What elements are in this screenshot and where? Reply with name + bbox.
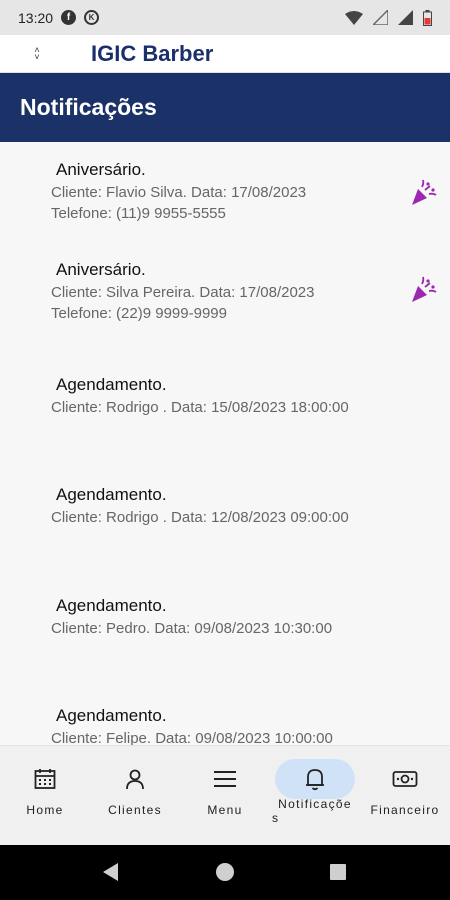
- person-icon: [126, 769, 144, 790]
- nav-menu-label: Menu: [207, 803, 243, 817]
- unfold-icon[interactable]: ˄ ˅: [27, 45, 47, 61]
- bottom-nav: Home Clientes Menu Notificaçõe s Finance…: [0, 745, 450, 845]
- nav-notificacoes[interactable]: Notificaçõe s: [270, 746, 360, 846]
- party-popper-icon: [412, 276, 437, 302]
- notification-client: Cliente: Flavio Silva. Data: 17/08/2023: [51, 184, 307, 201]
- bell-icon: [306, 769, 324, 791]
- signal-full-icon: [398, 10, 413, 25]
- notification-type: Agendamento.: [56, 596, 167, 615]
- app-title: IGIC Barber: [91, 40, 214, 66]
- page-title: Notificações: [20, 94, 157, 120]
- notification-type: Agendamento.: [56, 706, 167, 725]
- notification-client: Cliente: Rodrigo . Data: 15/08/2023 18:0…: [51, 399, 349, 416]
- status-bar: 13:20 f K: [0, 0, 450, 35]
- back-icon[interactable]: [103, 863, 118, 881]
- nav-notificacoes-label-line1: Notificaçõe: [278, 797, 352, 811]
- system-nav-bar: [0, 845, 450, 900]
- money-icon: [392, 771, 418, 787]
- circle-k-icon: K: [84, 10, 100, 25]
- notification-phone: Telefone: (11)9 9955-5555: [51, 205, 226, 222]
- signal-icon: [373, 10, 388, 25]
- nav-financeiro-label: Financeiro: [370, 803, 440, 817]
- notification-client: Cliente: Silva Pereira. Data: 17/08/2023: [51, 284, 315, 301]
- battery-icon: [423, 9, 432, 26]
- home-circle-icon[interactable]: [216, 863, 234, 881]
- active-indicator: [275, 759, 355, 799]
- app-bar: ˄ ˅ IGIC Barber: [0, 35, 450, 73]
- notification-list[interactable]: Aniversário. Cliente: Flavio Silva. Data…: [0, 142, 450, 745]
- notification-client: Cliente: Felipe. Data: 09/08/2023 10:00:…: [51, 730, 333, 745]
- party-popper-icon: [412, 179, 437, 205]
- notification-client: Cliente: Rodrigo . Data: 12/08/2023 09:0…: [51, 509, 349, 526]
- menu-icon: [214, 771, 236, 787]
- nav-notificacoes-label: Notificaçõe s: [270, 797, 360, 825]
- page-header: Notificações: [0, 73, 450, 142]
- facebook-icon: f: [61, 10, 77, 25]
- nav-clientes-label: Clientes: [108, 803, 162, 817]
- notification-phone: Telefone: (22)9 9999-9999: [51, 305, 227, 322]
- notification-type: Aniversário.: [56, 160, 146, 179]
- notification-type: Agendamento.: [56, 485, 167, 504]
- status-time: 13:20: [18, 9, 54, 26]
- wifi-icon: [345, 10, 363, 25]
- nav-menu[interactable]: Menu: [180, 746, 270, 846]
- notification-type: Agendamento.: [56, 375, 167, 394]
- recents-icon[interactable]: [330, 864, 346, 880]
- notification-type: Aniversário.: [56, 260, 146, 279]
- nav-home-label: Home: [26, 803, 64, 817]
- nav-home[interactable]: Home: [0, 746, 90, 846]
- nav-clientes[interactable]: Clientes: [90, 746, 180, 846]
- nav-financeiro[interactable]: Financeiro: [360, 746, 450, 846]
- nav-notificacoes-label-line2: s: [272, 811, 280, 825]
- notification-client: Cliente: Pedro. Data: 09/08/2023 10:30:0…: [51, 620, 333, 637]
- calendar-icon: [34, 769, 56, 789]
